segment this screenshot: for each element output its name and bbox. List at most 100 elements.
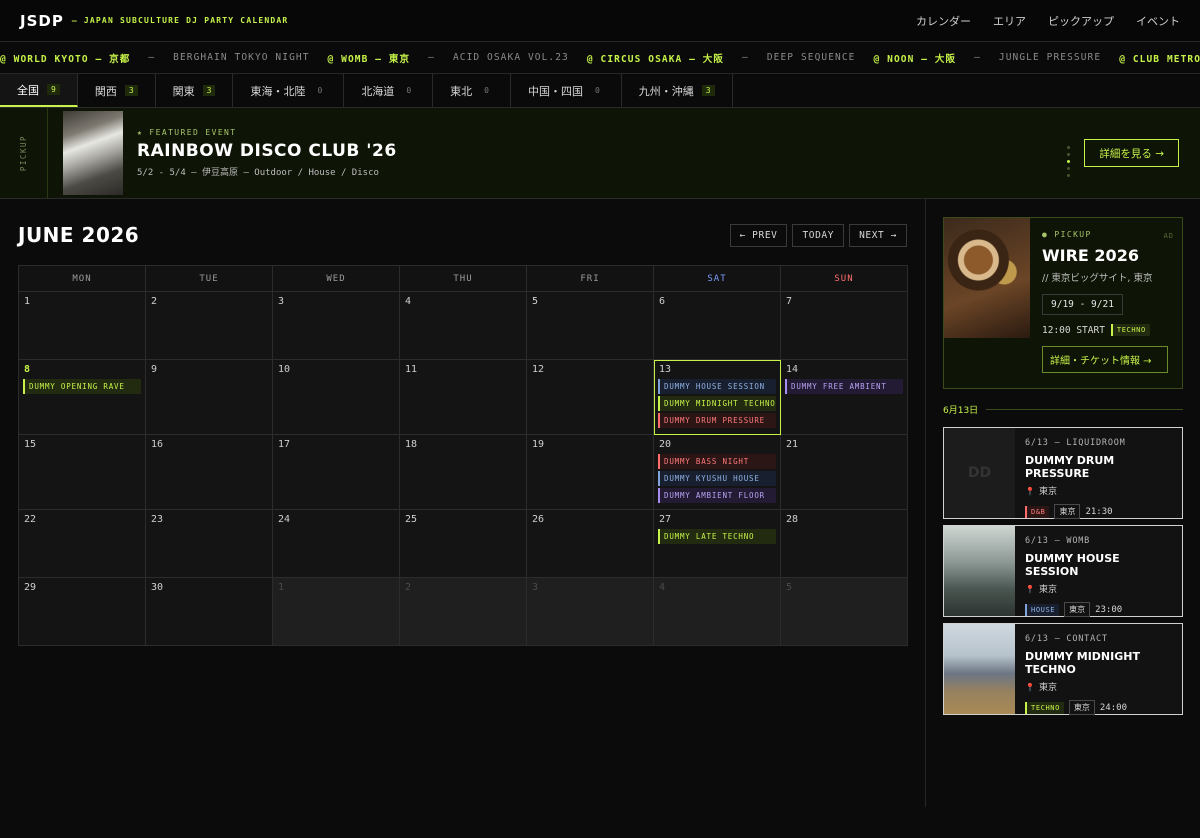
calendar-event[interactable]: DUMMY KYUSHU HOUSE [658,471,776,486]
weekday-header: THU [400,266,527,292]
region-tab[interactable]: 関東 3 [156,74,234,107]
calendar-day-cell[interactable]: 3 [527,578,654,646]
calendar-day-cell[interactable]: 5 [781,578,908,646]
location-pin-icon: 📍 [1025,585,1035,594]
event-location-text: 東京 [1038,683,1057,693]
ticker-venue[interactable]: @ NOON — 大阪 [874,51,957,65]
ticker-venue[interactable]: @ WORLD KYOTO — 京都 [0,51,130,65]
ad-card[interactable]: ● PICKUP AD WIRE 2026 // 東京ビッグサイト, 東京 9/… [943,217,1183,389]
ticker-venue[interactable]: @ CLUB METRO — 京 [1119,51,1200,65]
site-logo[interactable]: JSDP [20,12,64,30]
calendar-event[interactable]: DUMMY FREE AMBIENT [785,379,903,394]
event-card-body: 6/13 — LIQUIDROOM DUMMY DRUM PRESSURE 📍 東京 D… [1015,428,1182,519]
weekday-header: MON [19,266,146,292]
event-card[interactable]: 6/13 — CONTACT DUMMY MIDNIGHT TECHNO 📍 東京 TE… [943,623,1183,715]
calendar-event[interactable]: DUMMY LATE TECHNO [658,529,776,544]
day-number: 5 [786,582,793,593]
ticker-venue[interactable]: @ CIRCUS OSAKA — 大阪 [587,51,724,65]
featured-banner: PICKUP ★ FEATURED EVENT RAINBOW DISCO CL… [0,108,1200,199]
calendar-day-cell[interactable]: 21 [781,435,908,510]
carousel-dot[interactable] [1067,146,1070,149]
calendar-day-cell[interactable]: 5 [527,292,654,360]
nav-events[interactable]: イベント [1136,13,1180,29]
calendar-day-cell[interactable]: 13 DUMMY HOUSE SESSION DUMMY MIDNIGHT TECH… [654,360,781,435]
region-tab[interactable]: 東海・北陸 0 [233,74,345,107]
calendar-day-cell[interactable]: 7 [781,292,908,360]
region-tab[interactable]: 九州・沖縄 3 [622,74,733,107]
today-button[interactable]: TODAY [792,223,845,247]
calendar-day-cell[interactable]: 18 [400,435,527,510]
event-time: 21:30 [1085,506,1113,517]
calendar-day-cell[interactable]: 2 [400,578,527,646]
calendar-day-cell[interactable]: 1 [19,292,146,360]
nav-area[interactable]: エリア [993,13,1026,29]
calendar-event[interactable]: DUMMY OPENING RAVE [23,379,141,394]
calendar-event[interactable]: DUMMY BASS NIGHT [658,454,776,469]
nav-calendar[interactable]: カレンダー [916,13,971,29]
calendar-day-cell[interactable]: 6 [654,292,781,360]
calendar-day-cell[interactable]: 8 DUMMY OPENING RAVE [19,360,146,435]
calendar-day-cell[interactable]: 16 [146,435,273,510]
event-card[interactable]: 6/13 — WOMB DUMMY HOUSE SESSION 📍 東京 HOUSE 東京… [943,525,1183,617]
calendar-day-cell[interactable]: 14 DUMMY FREE AMBIENT [781,360,908,435]
calendar-day-cell[interactable]: 15 [19,435,146,510]
calendar-day-cell[interactable]: 23 [146,510,273,578]
calendar-day-cell[interactable]: 11 [400,360,527,435]
region-tab[interactable]: 全国 9 [0,74,78,107]
region-tab-label: 北海道 [361,84,395,98]
calendar-day-cell[interactable]: 17 [273,435,400,510]
calendar-day-cell[interactable]: 29 [19,578,146,646]
calendar-day-cell[interactable]: 2 [146,292,273,360]
calendar-event[interactable]: DUMMY AMBIENT FLOOR [658,488,776,503]
calendar-day-cell[interactable]: 27 DUMMY LATE TECHNO [654,510,781,578]
region-tab-count: 3 [124,85,138,96]
genre-badge: HOUSE [1025,603,1060,616]
calendar-day-cell[interactable]: 28 [781,510,908,578]
carousel-dot[interactable] [1067,167,1070,170]
ticker-venue[interactable]: @ WOMB — 東京 [328,51,411,65]
region-tab[interactable]: 北海道 0 [344,74,434,107]
calendar-day-cell[interactable]: 9 [146,360,273,435]
carousel-dot[interactable] [1067,174,1070,177]
region-tab[interactable]: 中国・四国 0 [511,74,622,107]
calendar-day-cell[interactable]: 10 [273,360,400,435]
event-tags: TECHNO 東京 24:00 [1025,700,1172,715]
calendar-event[interactable]: DUMMY MIDNIGHT TECHNO [658,396,776,411]
calendar-day-cell[interactable]: 4 [654,578,781,646]
event-location-text: 東京 [1038,487,1057,497]
calendar-day-cell[interactable]: 24 [273,510,400,578]
region-tab[interactable]: 関西 3 [78,74,156,107]
carousel-dot-active[interactable] [1067,160,1070,163]
featured-details-button[interactable]: 詳細を見る → [1084,139,1179,167]
calendar-day-cell[interactable]: 1 [273,578,400,646]
calendar-day-cell[interactable]: 4 [400,292,527,360]
calendar-day-cell[interactable]: 22 [19,510,146,578]
calendar-day-cell[interactable]: 25 [400,510,527,578]
calendar-event[interactable]: DUMMY DRUM PRESSURE [658,413,776,428]
featured-title[interactable]: RAINBOW DISCO CLUB '26 [137,141,397,161]
calendar-day-cell[interactable]: 26 [527,510,654,578]
calendar-day-cell[interactable]: 3 [273,292,400,360]
ticker-event: — [742,52,749,63]
pickup-side-text: PICKUP [19,134,28,172]
day-number: 12 [532,364,545,375]
day-number: 9 [151,364,158,375]
featured-image[interactable] [63,111,123,195]
calendar-event[interactable]: DUMMY HOUSE SESSION [658,379,776,394]
carousel-dot[interactable] [1067,153,1070,156]
calendar-controls: ← PREV TODAY NEXT → [729,223,907,247]
region-tab[interactable]: 東北 0 [433,74,511,107]
day-number: 3 [532,582,539,593]
calendar-day-cell[interactable]: 30 [146,578,273,646]
next-month-button[interactable]: NEXT → [849,223,907,247]
genre-badge: D&B [1025,505,1050,518]
calendar-day-cell[interactable]: 12 [527,360,654,435]
calendar-header: JUNE 2026 ← PREV TODAY NEXT → [18,217,907,253]
ad-ticket-button[interactable]: 詳細・チケット情報 → [1042,346,1168,373]
nav-pickup[interactable]: ピックアップ [1048,13,1114,29]
calendar-day-cell[interactable]: 20 DUMMY BASS NIGHT DUMMY KYUSHU HOUSE DUMM… [654,435,781,510]
prev-month-button[interactable]: ← PREV [729,223,788,247]
calendar-day-cell[interactable]: 19 [527,435,654,510]
event-card[interactable]: DD 6/13 — LIQUIDROOM DUMMY DRUM PRESSURE 📍 東… [943,427,1183,519]
ticker-event: ACID OSAKA VOL.23 [452,52,569,63]
